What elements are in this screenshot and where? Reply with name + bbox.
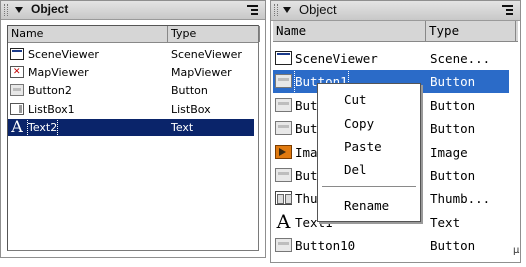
object-panel-left: Object Name Type SceneViewer SceneViewer M… [0, 0, 266, 258]
button-icon [275, 74, 292, 89]
text-icon: A [11, 116, 23, 136]
panel-titlebar[interactable]: Object [1, 1, 265, 20]
panel-title: Object [299, 2, 337, 17]
menu-separator [322, 186, 416, 188]
collapse-triangle-icon[interactable] [283, 7, 291, 13]
drag-grip-icon[interactable] [274, 4, 278, 16]
scene-viewer-icon [10, 48, 24, 60]
menu-item-del[interactable]: Del [344, 160, 367, 180]
button-icon [275, 238, 292, 253]
panel-options-icon[interactable] [502, 5, 513, 15]
list-row[interactable]: A Text2 Text [8, 116, 254, 137]
listbox-icon [10, 102, 24, 115]
column-header-type[interactable]: Type [426, 21, 516, 41]
row-name: But [295, 97, 318, 113]
list-row[interactable]: SceneViewer SceneViewer [8, 46, 254, 63]
scene-viewer-icon [275, 51, 292, 65]
menu-item-copy[interactable]: Copy [344, 114, 374, 134]
row-type: Button [430, 168, 476, 183]
row-type: Thumb... [430, 191, 491, 207]
menu-item-paste[interactable]: Paste [344, 137, 382, 157]
row-type: SceneViewer [171, 48, 242, 61]
row-name: SceneViewer [28, 48, 99, 61]
context-menu: Cut Copy Paste Del Rename [317, 83, 421, 222]
list-row[interactable]: ListBox1 ListBox [8, 101, 254, 118]
drag-grip-icon[interactable] [4, 4, 8, 16]
row-name: MapViewer [28, 66, 89, 80]
button-icon [275, 168, 292, 182]
column-header-name[interactable]: Name [273, 21, 426, 41]
map-viewer-icon [10, 66, 24, 79]
row-name: Text2 [26, 117, 59, 137]
row-name: Ima [295, 144, 318, 160]
list-row[interactable]: Button10 Button [273, 234, 509, 257]
list-row[interactable]: SceneViewer Scene... [273, 47, 509, 70]
row-type: MapViewer [171, 66, 232, 80]
row-type: Button [430, 74, 476, 90]
row-name: SceneViewer [295, 51, 378, 66]
list-row[interactable]: Button2 Button [8, 82, 254, 99]
row-name: Thu [295, 191, 318, 207]
button-icon [10, 84, 24, 97]
row-name: But [295, 168, 318, 183]
panel-titlebar[interactable]: Object [271, 1, 520, 21]
image-icon [275, 144, 292, 159]
row-name: But [295, 121, 318, 137]
row-type: ListBox [171, 102, 211, 116]
thumbnail-icon [275, 191, 292, 206]
list-header: Name Type [273, 21, 518, 42]
mouse-cursor-icon: µ [513, 245, 520, 256]
row-type: Button [430, 121, 476, 137]
menu-item-cut[interactable]: Cut [344, 90, 367, 110]
panel-title: Object [31, 2, 69, 16]
collapse-triangle-icon[interactable] [15, 7, 23, 13]
column-header-type[interactable]: Type [168, 26, 260, 42]
menu-item-rename[interactable]: Rename [344, 196, 389, 216]
row-type: Button [171, 84, 208, 98]
row-name: ListBox1 [28, 102, 75, 116]
row-type: Button [430, 238, 476, 254]
button-icon [275, 97, 292, 112]
row-type: Text [171, 120, 194, 134]
row-type: Scene... [430, 51, 491, 66]
row-name: Button10 [295, 238, 356, 254]
row-type: Text [430, 214, 461, 230]
text-icon: A [276, 210, 291, 233]
row-type: Button [430, 97, 476, 113]
row-type: Image [430, 144, 468, 160]
column-header-name[interactable]: Name [8, 26, 168, 42]
button-icon [275, 121, 292, 136]
object-list[interactable]: Name Type SceneViewer SceneViewer MapViewe… [7, 25, 260, 251]
panel-options-icon[interactable] [247, 5, 258, 15]
list-row[interactable]: MapViewer MapViewer [8, 64, 254, 81]
row-name: Button2 [28, 84, 72, 98]
list-header: Name Type [8, 26, 260, 43]
